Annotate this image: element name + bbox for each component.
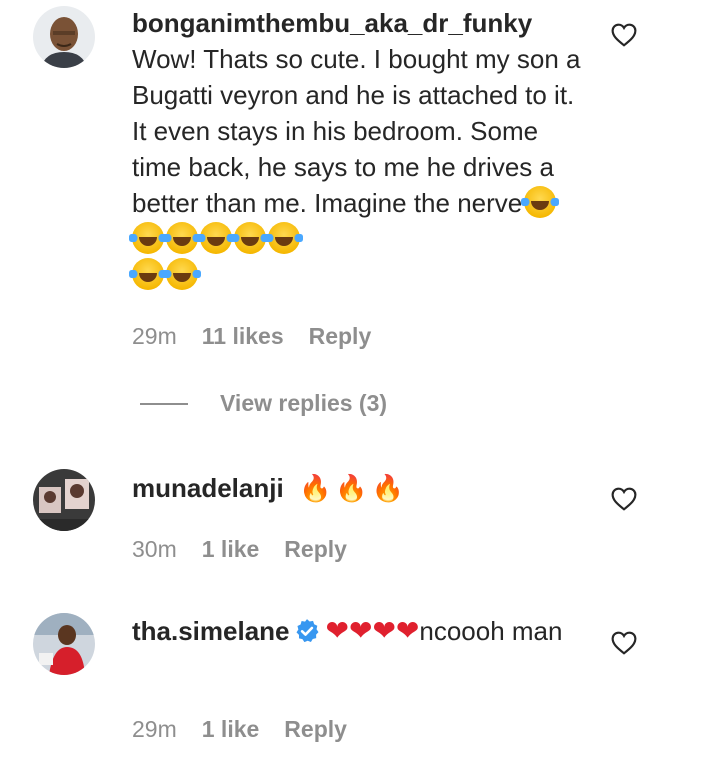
- comment-meta: 30m 1 like Reply: [132, 536, 347, 563]
- like-heart-icon[interactable]: [611, 631, 637, 655]
- comment-username[interactable]: munadelanji: [132, 473, 284, 503]
- view-replies-button[interactable]: View replies (3): [140, 390, 387, 417]
- like-heart-icon[interactable]: [611, 23, 637, 47]
- avatar[interactable]: [33, 469, 95, 531]
- comment-meta: 29m 1 like Reply: [132, 716, 347, 743]
- comment-body: ncoooh man: [419, 616, 563, 646]
- reply-button[interactable]: Reply: [284, 536, 347, 563]
- red-heart-emoji-icon: ❤❤❤❤: [325, 614, 420, 647]
- comment-timestamp: 30m: [132, 536, 177, 562]
- comment-timestamp: 29m: [132, 323, 177, 349]
- comment-meta: 29m 11 likes Reply: [132, 323, 371, 350]
- likes-count[interactable]: 11 likes: [202, 323, 284, 350]
- user-avatar-icon: [33, 6, 95, 68]
- likes-count[interactable]: 1 like: [202, 536, 260, 563]
- likes-count[interactable]: 1 like: [202, 716, 260, 743]
- reply-button[interactable]: Reply: [284, 716, 347, 743]
- comment-text: bonganimthembu_aka_dr_funky Wow! Thats s…: [129, 5, 592, 293]
- reply-button[interactable]: Reply: [309, 323, 372, 350]
- like-heart-icon[interactable]: [611, 487, 637, 511]
- comment-text: tha.simelane ❤❤❤❤ncoooh man: [132, 613, 592, 649]
- view-replies-label: View replies (3): [220, 390, 388, 416]
- avatar[interactable]: [33, 613, 95, 675]
- divider: [140, 402, 188, 405]
- user-avatar-icon: [33, 613, 95, 675]
- user-avatar-icon: [33, 469, 95, 531]
- comment-body: Wow! Thats so cute. I bought my son a Bu…: [132, 44, 581, 218]
- comment-timestamp: 29m: [132, 716, 177, 742]
- comment-text: munadelanji 🔥🔥🔥: [132, 470, 592, 506]
- verified-badge-icon: [296, 619, 318, 643]
- comment-username[interactable]: tha.simelane: [132, 616, 290, 646]
- comment-username[interactable]: bonganimthembu_aka_dr_funky: [132, 8, 532, 38]
- avatar[interactable]: [33, 6, 95, 68]
- fire-emoji-icon: 🔥🔥🔥: [298, 474, 409, 504]
